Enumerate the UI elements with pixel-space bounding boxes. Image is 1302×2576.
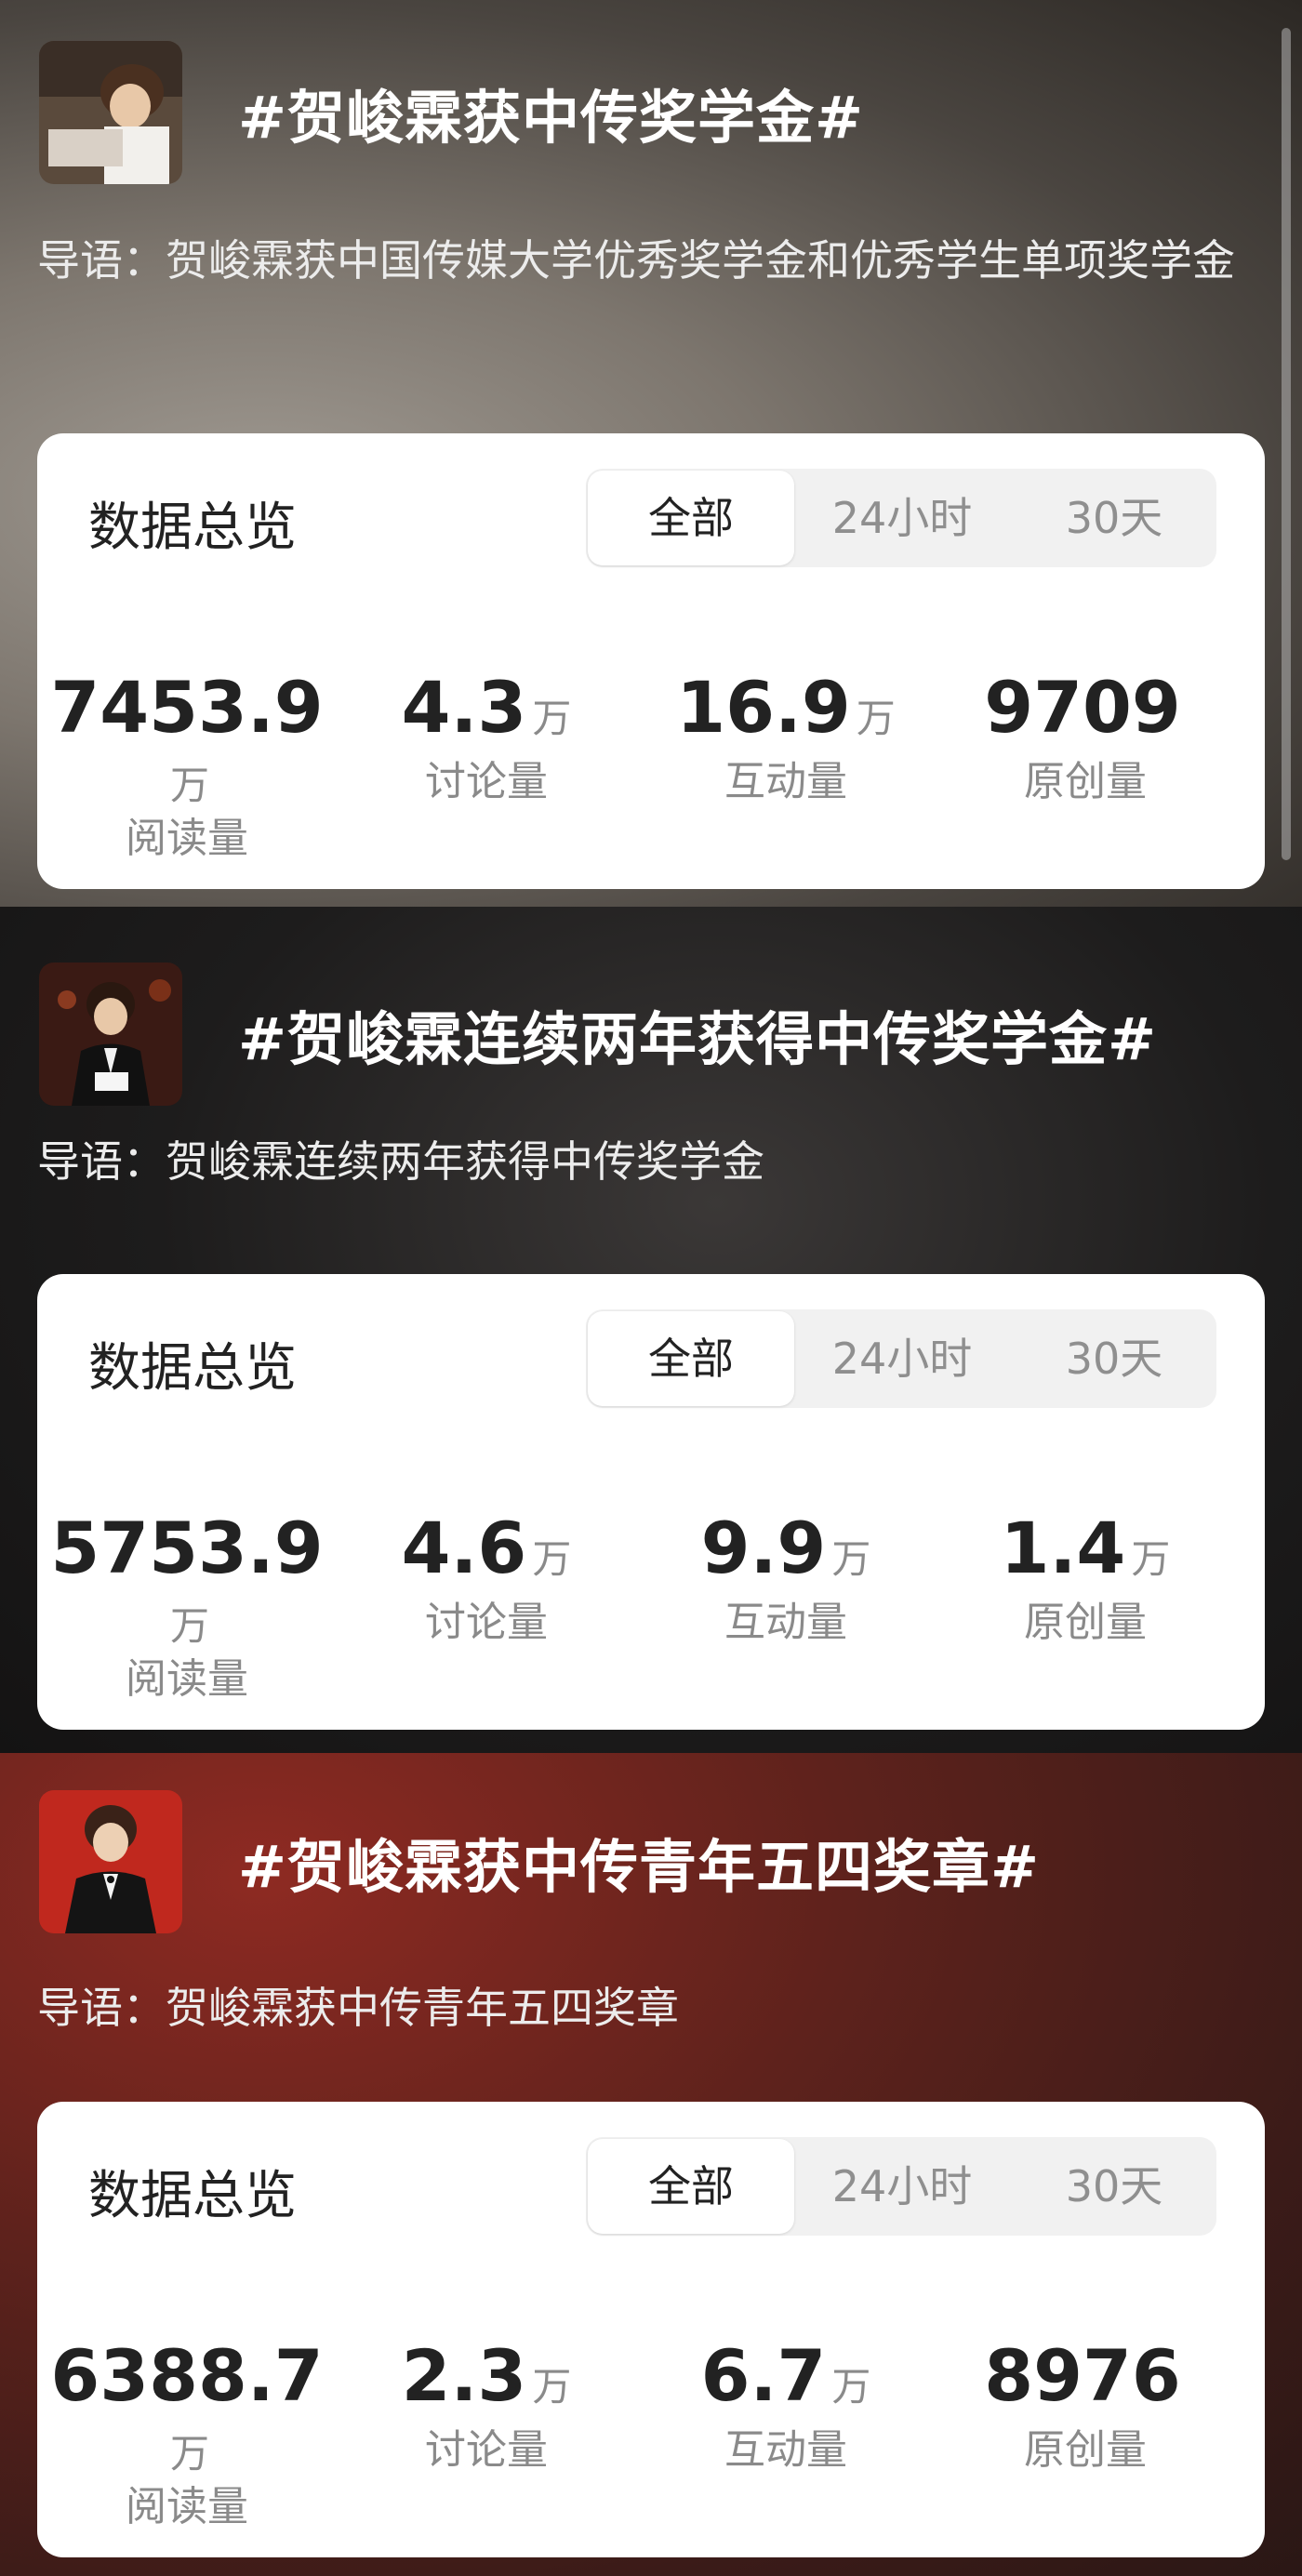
topic-thumbnail[interactable] xyxy=(39,1790,182,1933)
stat-unit: 万 xyxy=(169,2431,209,2476)
stat-value: 5753.9 xyxy=(50,1507,324,1589)
time-range-tabs: 全部 24小时 30天 xyxy=(586,2137,1216,2236)
tab-24h[interactable]: 24小时 xyxy=(800,469,1004,567)
stat-label: 阅读量 xyxy=(126,2483,248,2530)
stat-label: 互动量 xyxy=(724,758,847,805)
stat-interactions: 16.9 万 互动量 xyxy=(636,661,936,810)
tab-24h[interactable]: 24小时 xyxy=(800,1309,1004,1408)
stat-label: 原创量 xyxy=(1024,758,1147,805)
topic-lead: 导语：贺峻霖连续两年获得中传奖学金 xyxy=(37,1136,764,1187)
topic-title[interactable]: #贺峻霖获中传青年五四奖章# xyxy=(238,1820,1040,1904)
tab-all[interactable]: 全部 xyxy=(588,2139,794,2234)
stat-unit: 万 xyxy=(169,763,209,808)
topic-header[interactable]: #贺峻霖连续两年获得中传奖学金# xyxy=(39,963,1157,1106)
stat-discussions: 4.3 万 讨论量 xyxy=(337,661,636,810)
stat-unit: 万 xyxy=(831,2364,871,2410)
data-overview-card: 数据总览 全部 24小时 30天 5753.9万 阅读量 4.6 万 讨论量 9.… xyxy=(37,1274,1265,1730)
topic-title[interactable]: #贺峻霖获中传奖学金# xyxy=(238,71,864,154)
stat-value: 9709 xyxy=(984,666,1181,749)
stat-originals: 1.4 万 原创量 xyxy=(936,1502,1235,1651)
stat-unit: 万 xyxy=(1131,1536,1171,1582)
card-title: 数据总览 xyxy=(88,498,297,558)
stat-discussions: 4.6 万 讨论量 xyxy=(337,1502,636,1651)
stat-value: 4.6 xyxy=(401,1507,527,1589)
card-title: 数据总览 xyxy=(88,2166,297,2226)
topic-header[interactable]: #贺峻霖获中传奖学金# xyxy=(39,41,864,184)
stat-value: 1.4 xyxy=(1000,1507,1126,1589)
stat-unit: 万 xyxy=(532,2364,572,2410)
stat-value: 9.9 xyxy=(700,1507,827,1589)
stat-label: 阅读量 xyxy=(126,1655,248,1703)
stat-value: 16.9 xyxy=(676,666,851,749)
stat-label: 讨论量 xyxy=(425,758,548,805)
tab-24h[interactable]: 24小时 xyxy=(800,2137,1004,2236)
stat-label: 讨论量 xyxy=(425,1599,548,1646)
stat-value: 6388.7 xyxy=(50,2334,324,2417)
topic-thumbnail[interactable] xyxy=(39,963,182,1106)
stat-label: 互动量 xyxy=(724,1599,847,1646)
stat-reads: 6388.7 万 阅读量 xyxy=(37,2330,337,2535)
stat-originals: 9709 原创量 xyxy=(936,661,1235,810)
stat-originals: 8976 原创量 xyxy=(936,2330,1235,2478)
stat-value: 8976 xyxy=(984,2334,1181,2417)
topic-thumbnail[interactable] xyxy=(39,41,182,184)
topic-title[interactable]: #贺峻霖连续两年获得中传奖学金# xyxy=(238,992,1157,1076)
topic-lead: 导语：贺峻霖获中国传媒大学优秀奖学金和优秀学生单项奖学金 xyxy=(37,235,1235,285)
topic-section: #贺峻霖连续两年获得中传奖学金# 导语：贺峻霖连续两年获得中传奖学金 数据总览 … xyxy=(0,907,1302,1753)
stat-label: 讨论量 xyxy=(425,2426,548,2474)
stat-unit: 万 xyxy=(532,696,572,741)
stat-label: 阅读量 xyxy=(126,815,248,862)
stat-reads: 5753.9 万 阅读量 xyxy=(37,1502,337,1707)
stat-value: 7453.9 xyxy=(50,666,324,749)
stat-value: 2.3 xyxy=(401,2334,527,2417)
stat-label: 互动量 xyxy=(724,2426,847,2474)
stat-unit: 万 xyxy=(169,1603,209,1649)
tab-all[interactable]: 全部 xyxy=(588,1311,794,1406)
tab-30d[interactable]: 30天 xyxy=(1012,1309,1216,1408)
scrollbar[interactable] xyxy=(1282,28,1291,860)
topic-section: #贺峻霖获中传奖学金# 导语：贺峻霖获中国传媒大学优秀奖学金和优秀学生单项奖学金… xyxy=(0,0,1302,907)
tab-all[interactable]: 全部 xyxy=(588,471,794,565)
stat-reads: 7453.9 万 阅读量 xyxy=(37,661,337,867)
tab-30d[interactable]: 30天 xyxy=(1012,2137,1216,2236)
stat-label: 原创量 xyxy=(1024,1599,1147,1646)
stat-interactions: 9.9 万 互动量 xyxy=(636,1502,936,1651)
stat-unit: 万 xyxy=(856,696,896,741)
stat-value: 4.3 xyxy=(401,666,527,749)
time-range-tabs: 全部 24小时 30天 xyxy=(586,469,1216,567)
topic-lead: 导语：贺峻霖获中传青年五四奖章 xyxy=(37,1983,679,2033)
time-range-tabs: 全部 24小时 30天 xyxy=(586,1309,1216,1408)
tab-30d[interactable]: 30天 xyxy=(1012,469,1216,567)
stat-unit: 万 xyxy=(831,1536,871,1582)
stat-unit: 万 xyxy=(532,1536,572,1582)
card-title: 数据总览 xyxy=(88,1338,297,1399)
stat-interactions: 6.7 万 互动量 xyxy=(636,2330,936,2478)
topic-section: #贺峻霖获中传青年五四奖章# 导语：贺峻霖获中传青年五四奖章 数据总览 全部 2… xyxy=(0,1753,1302,2576)
stat-value: 6.7 xyxy=(700,2334,827,2417)
stat-discussions: 2.3 万 讨论量 xyxy=(337,2330,636,2478)
data-overview-card: 数据总览 全部 24小时 30天 7453.9万 阅读量 4.3 万 讨论量 16… xyxy=(37,433,1265,889)
stat-label: 原创量 xyxy=(1024,2426,1147,2474)
topic-header[interactable]: #贺峻霖获中传青年五四奖章# xyxy=(39,1790,1040,1933)
data-overview-card: 数据总览 全部 24小时 30天 6388.7万 阅读量 2.3 万 讨论量 6.… xyxy=(37,2102,1265,2557)
